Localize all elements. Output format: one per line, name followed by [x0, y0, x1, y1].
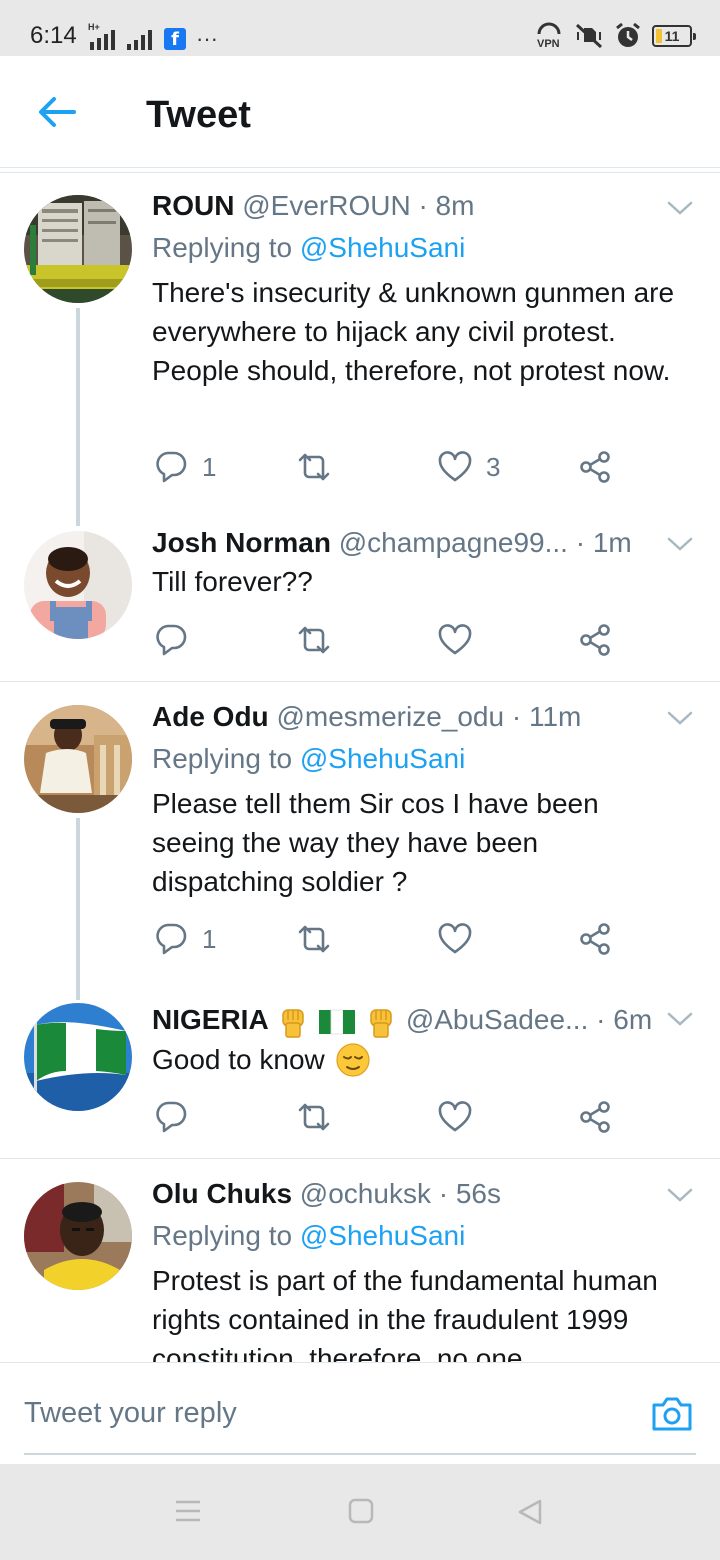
system-nav-bar — [0, 1464, 720, 1560]
reply-input-underline — [24, 1453, 696, 1455]
tweet-time: · 56s — [438, 1178, 501, 1209]
user-handle[interactable]: @ochuksk — [300, 1178, 431, 1209]
tweet-header: Olu Chuks @ochuksk · 56s — [152, 1178, 501, 1210]
menu-icon[interactable] — [174, 1498, 202, 1524]
avatar[interactable] — [24, 1182, 132, 1290]
reply-input[interactable]: Tweet your reply — [24, 1397, 237, 1430]
tweet-olu-chuks[interactable]: Olu Chuks @ochuksk · 56s Replying to @Sh… — [0, 0, 720, 1362]
replying-to: Replying to @ShehuSani — [152, 1220, 465, 1252]
tweet-text: Protest is part of the fundamental human… — [152, 1265, 658, 1362]
camera-icon[interactable] — [650, 1393, 694, 1433]
chevron-down-icon[interactable] — [666, 1186, 694, 1204]
reply-bar: Tweet your reply — [0, 1362, 720, 1464]
mention-link[interactable]: @ShehuSani — [300, 1220, 465, 1251]
home-icon[interactable] — [348, 1498, 374, 1524]
back-triangle-icon[interactable] — [516, 1498, 544, 1526]
replying-prefix: Replying to — [152, 1220, 300, 1251]
user-name[interactable]: Olu Chuks — [152, 1178, 292, 1209]
